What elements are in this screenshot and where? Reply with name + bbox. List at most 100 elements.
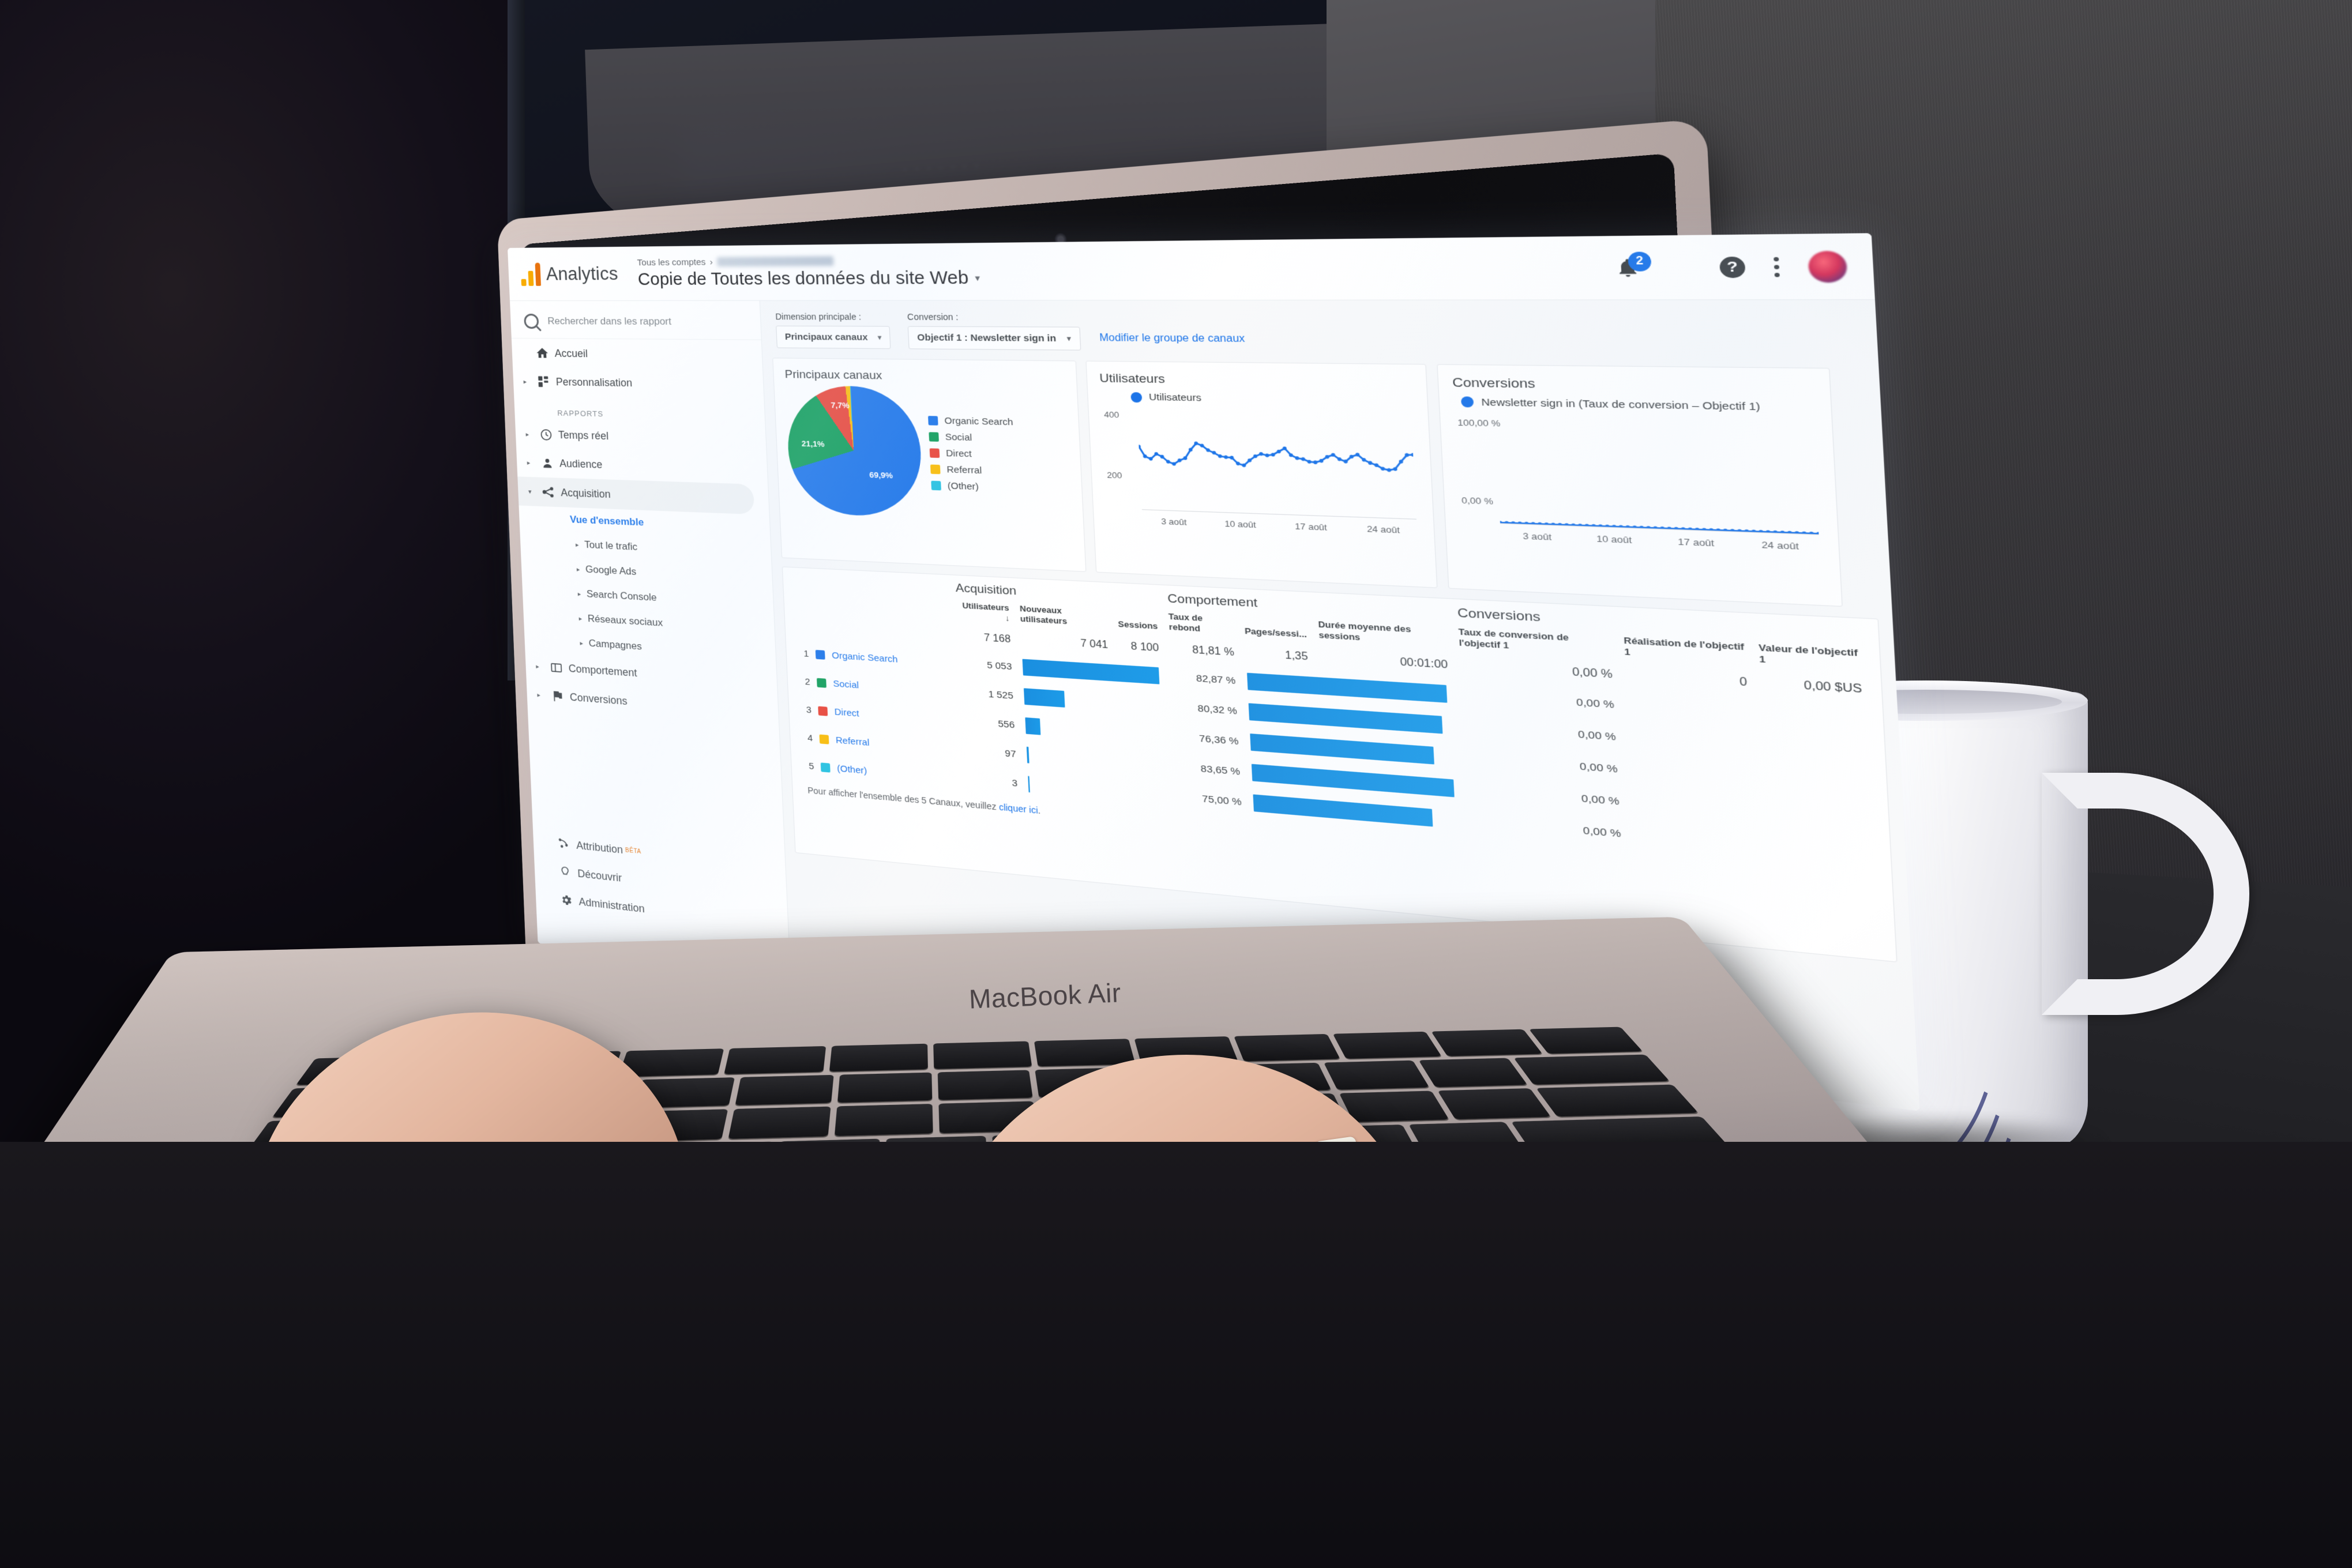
channel-name[interactable]: (Other)	[837, 763, 867, 776]
search-placeholder: Rechercher dans les rapport	[547, 315, 672, 328]
channel-cell[interactable]: 2 Social	[801, 676, 950, 697]
home-icon	[529, 346, 555, 360]
channel-cell[interactable]: 1 Organic Search	[800, 648, 949, 668]
pie-slice-label-direct: 7,7%	[831, 400, 850, 411]
legend-item[interactable]: Direct	[929, 448, 1015, 460]
conversions-chart-title: Conversions	[1452, 375, 1536, 392]
expand-arrow[interactable]: ▸	[531, 662, 544, 671]
primary-dimension-value: Principaux canaux	[784, 332, 868, 343]
channels-table-card: Acquisition Comportement Conversions Uti…	[782, 566, 1898, 962]
channel-name[interactable]: Referral	[836, 735, 870, 748]
users-bar	[1022, 659, 1159, 685]
legend-label: Social	[945, 431, 972, 443]
expand-arrow[interactable]: ▸	[523, 459, 535, 467]
legend-swatch	[927, 415, 938, 426]
expand-arrow[interactable]: ▸	[532, 691, 545, 700]
users-bar	[1026, 746, 1030, 764]
conversions-legend: Newsletter sign in (Taux de conversion –…	[1460, 396, 1816, 415]
legend-swatch	[929, 431, 939, 442]
person-icon	[535, 456, 560, 470]
channel-swatch	[819, 734, 829, 744]
sort-arrow-icon[interactable]: ↓	[1005, 613, 1010, 623]
legend-item[interactable]: Social	[929, 431, 1014, 444]
sidebar-subitem-label: Search Console	[586, 588, 657, 604]
gear-icon	[554, 892, 579, 908]
chevron-down-icon: ▾	[1066, 334, 1071, 343]
col-pages-session[interactable]: Pages/sessi...	[1238, 615, 1313, 645]
no-arrow	[540, 869, 553, 870]
users-line-card: Utilisateurs Utilisateurs 400 200 3 août…	[1085, 360, 1438, 588]
conversion-label: Conversion :	[907, 311, 959, 322]
chevron-down-icon: ▾	[877, 334, 882, 342]
channel-cell[interactable]: 5 (Other)	[805, 761, 955, 784]
chevron-down-icon[interactable]: ▾	[975, 272, 980, 284]
expand-arrow[interactable]: ▸	[519, 378, 531, 385]
channel-name[interactable]: Social	[833, 678, 859, 690]
legend-dot-icon	[1460, 396, 1474, 408]
page-title-row[interactable]: Copie de Toutes les données du site Web …	[637, 264, 1616, 289]
apps-grid-icon[interactable]	[1667, 257, 1692, 277]
edit-channel-group-link[interactable]: Modifier le groupe de canaux	[1099, 333, 1246, 352]
sidebar-item-label: Personnalisation	[555, 375, 633, 389]
foreground-shadow	[0, 1142, 2352, 1568]
primary-dimension-label: Dimension principale :	[775, 311, 862, 322]
search-input[interactable]: Rechercher dans les rapport	[510, 305, 761, 340]
pie-slice-label-social: 21,1%	[801, 439, 825, 449]
expand-arrow[interactable]: ▸	[521, 430, 533, 438]
discover-icon	[553, 864, 578, 880]
legend-label: (Other)	[947, 480, 979, 492]
brand-name: Analytics	[546, 262, 619, 284]
cell-utilisateurs: 97	[1004, 747, 1017, 760]
channel-name[interactable]: Organic Search	[832, 650, 898, 664]
avatar[interactable]	[1808, 250, 1848, 283]
notifications-icon[interactable]: 2	[1615, 251, 1652, 279]
header-actions: 2 ?	[1614, 250, 1853, 283]
channel-swatch	[820, 762, 831, 773]
channel-cell[interactable]: 4 Referral	[804, 732, 953, 754]
conversions-plot: 100,00 % 0,00 % 3 août 10 août 17 août 2…	[1454, 413, 1823, 554]
cell-utilisateurs: 1 525	[988, 689, 1014, 701]
channel-name[interactable]: Direct	[834, 706, 859, 719]
conversion-select[interactable]: Objectif 1 : Newsletter sign in ▾	[907, 326, 1081, 351]
users-bar	[1025, 717, 1041, 735]
legend-item[interactable]: Referral	[930, 464, 1016, 477]
legend-swatch	[930, 464, 941, 474]
channel-swatch	[815, 649, 825, 660]
conversions-line-card: Conversions Newsletter sign in (Taux de …	[1437, 364, 1843, 607]
channel-swatch	[816, 678, 826, 688]
sidebar-item-personnalisation[interactable]: ▸ Personnalisation	[513, 367, 764, 400]
channels-pie-chart[interactable]: 69,9% 21,1% 7,7%	[785, 385, 924, 518]
footnote-link[interactable]: cliquer ici	[999, 802, 1038, 816]
pie-legend: Organic Search Social Direct Referral (O…	[927, 415, 1017, 494]
breadcrumb-root[interactable]: Tous les comptes	[637, 257, 705, 267]
no-arrow	[539, 841, 551, 843]
legend-item[interactable]: Organic Search	[927, 415, 1013, 427]
primary-dimension-control: Dimension principale : Principaux canaux…	[775, 312, 891, 349]
sidebar-item-label: Accueil	[554, 347, 588, 359]
col-sessions[interactable]: Sessions	[1112, 608, 1164, 637]
row-rank: 3	[806, 704, 812, 716]
primary-dimension-select[interactable]: Principaux canaux ▾	[776, 325, 891, 349]
sidebar-subitem-label: Campagnes	[588, 637, 643, 652]
col-taux-de-rebond[interactable]: Taux de rebond	[1163, 611, 1239, 641]
search-icon	[524, 313, 539, 329]
page-title: Copie de Toutes les données du site Web	[637, 268, 969, 289]
channel-cell[interactable]: 3 Direct	[802, 704, 952, 725]
sidebar-subitem-label: Réseaux sociaux	[587, 612, 663, 629]
collapse-arrow[interactable]: ▾	[524, 487, 536, 495]
col-utilisateurs[interactable]: Utilisateurs ↓	[951, 600, 1016, 629]
channel-swatch	[818, 706, 828, 716]
legend-item[interactable]: (Other)	[931, 480, 1016, 493]
x-tick: 3 août	[1160, 516, 1187, 528]
sidebar-item-label: Comportement	[568, 662, 637, 679]
breadcrumb-separator: ›	[709, 257, 713, 268]
users-legend: Utilisateurs	[1130, 392, 1414, 407]
sidebar-item-accueil[interactable]: Accueil	[512, 339, 762, 370]
sidebar-item-label: Conversions	[569, 691, 628, 708]
photo-scene: ....... Analytics	[0, 0, 2352, 1568]
attribution-icon	[551, 836, 577, 852]
help-icon[interactable]: ?	[1719, 256, 1746, 278]
more-vert-icon[interactable]	[1774, 257, 1780, 277]
beta-badge: BÊTA	[625, 847, 641, 855]
users-bar	[1028, 776, 1030, 793]
